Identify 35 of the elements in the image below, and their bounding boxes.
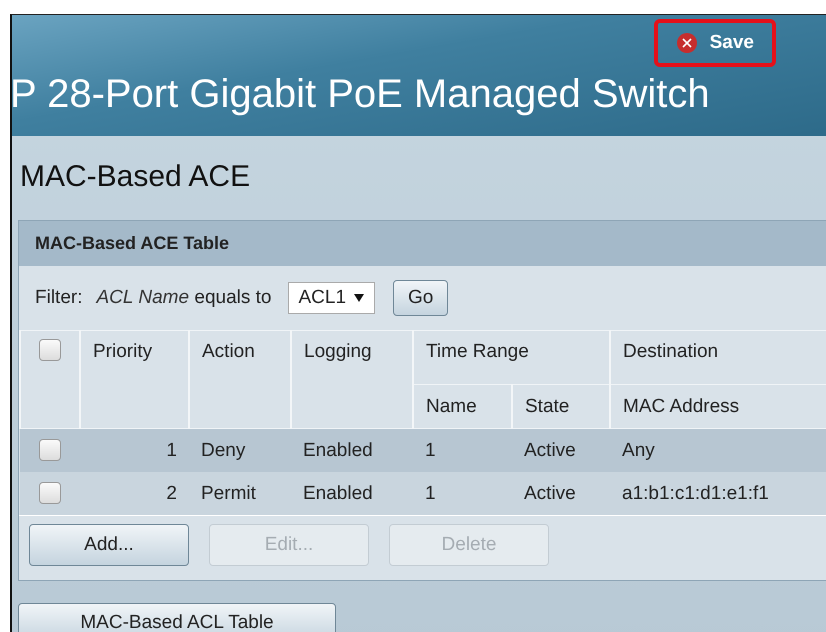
page-title: MAC-Based ACE [19,159,252,195]
checkbox[interactable] [39,482,61,504]
column-header: Name [413,384,512,428]
go-button[interactable]: Go [393,280,448,316]
table-cell: a1:b1:c1:d1:e1:f1 [610,472,826,515]
table-cell: Deny [189,428,291,472]
table-cell: Permit [189,472,291,515]
close-icon [676,32,698,54]
table-cell: Active [512,428,610,472]
column-header: MAC Address [610,384,826,428]
table-cell: Active [512,472,610,515]
product-title: P 28-Port Gigabit PoE Managed Switch [12,71,711,117]
table-cell: Enabled [291,428,413,472]
table-cell: 1 [80,428,189,472]
column-header: State [512,384,610,428]
column-header: Time Range [413,330,610,384]
acl-dropdown[interactable]: ACL1 [288,282,376,314]
acl-table-button[interactable]: MAC-Based ACL Table [18,603,336,632]
column-header: Logging [291,330,413,428]
table-cell: Any [610,428,826,472]
table-cell: 2 [80,472,189,515]
column-header: Priority [80,330,189,428]
column-header: Destination [610,330,826,384]
table-cell: Enabled [291,472,413,515]
checkbox[interactable] [39,339,61,361]
save-button[interactable]: Save [654,19,776,67]
checkbox[interactable] [39,439,61,462]
table-cell: 1 [413,428,512,472]
table-cell: 1 [413,472,512,515]
filter-label: Filter: [35,287,82,309]
panel-title: MAC-Based ACE Table [19,221,826,266]
column-header: Action [189,330,291,428]
action-button[interactable]: Add... [29,524,189,566]
filter-text: ACL Name equals to [96,287,272,309]
dropdown-arrow-icon [354,294,364,302]
